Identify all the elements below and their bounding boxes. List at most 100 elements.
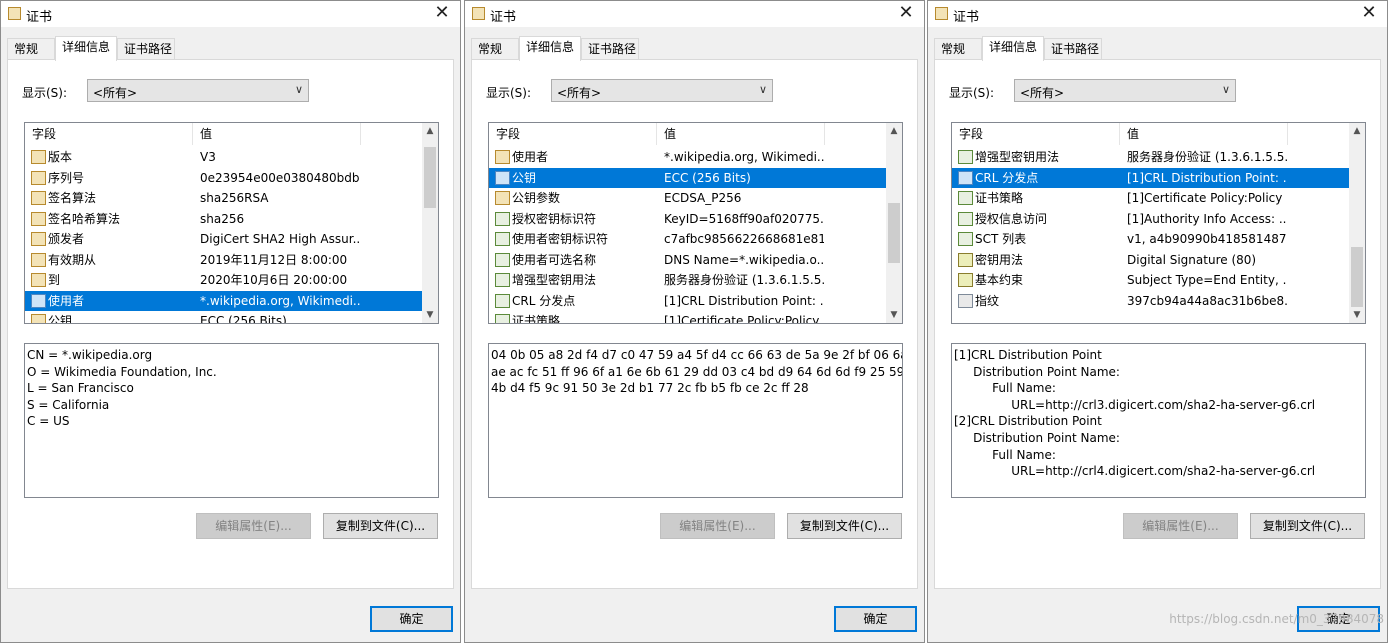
detail-value-box[interactable]: CN = *.wikipedia.org O = Wikimedia Founda… [24,343,439,498]
tab-certification-path[interactable]: 证书路径 [581,38,639,59]
scroll-thumb[interactable] [1351,246,1363,307]
cert-field-icon [31,273,46,287]
field-value: V3 [200,150,216,164]
scroll-down-icon[interactable]: ▼ [1349,307,1365,323]
list-item[interactable]: 证书策略 [1]Certificate Policy:Policy ... [952,188,1350,209]
vertical-scrollbar[interactable]: ▲ ▼ [886,123,902,323]
scroll-down-icon[interactable]: ▼ [886,307,902,323]
list-item[interactable]: 基本约束 Subject Type=End Entity, ... [952,270,1350,291]
column-header-field[interactable]: 字段 [952,123,1120,145]
list-item[interactable]: 公钥 ECC (256 Bits) [25,311,423,324]
scroll-up-icon[interactable]: ▲ [1349,123,1365,139]
column-header-value[interactable]: 值 [1120,123,1288,145]
cert-field-icon [495,191,510,205]
column-header-value[interactable]: 值 [657,123,825,145]
list-item[interactable]: 增强型密钥用法 服务器身份验证 (1.3.6.1.5.5... [952,147,1350,168]
show-label: 显示(S): [22,86,68,100]
field-value: ECC (256 Bits) [200,314,287,324]
tab-details[interactable]: 详细信息 [982,36,1044,61]
extension-icon [495,293,510,308]
show-select[interactable]: <所有> ∨ [551,79,773,102]
close-button[interactable]: ✕ [1357,3,1381,25]
field-value: ECC (256 Bits) [664,170,751,185]
list-item[interactable]: 证书策略 [1]Certificate Policy:Policy ... [489,311,887,324]
field-name: 公钥参数 [512,191,561,205]
list-item[interactable]: 序列号 0e23954e00e0380480bdb... [25,168,423,189]
field-name: 序列号 [48,170,85,185]
list-item[interactable]: 颁发者 DigiCert SHA2 High Assur... [25,229,423,250]
list-item[interactable]: 指纹 397cb94a44a8ac31b6be8... [952,291,1350,312]
list-item[interactable]: CRL 分发点 [1]CRL Distribution Point: ... [952,167,1350,188]
ok-button[interactable]: 确定 [370,606,453,632]
field-list[interactable]: 字段值版本 V3 序列号 0e23954e00e0380480bdb... 签名算法 sh… [24,122,439,324]
list-item[interactable]: 公钥 ECC (256 Bits) [489,167,887,188]
detail-line: L = San Francisco [27,381,134,396]
field-name: 证书策略 [512,314,561,324]
ok-button[interactable]: 确定 [834,606,917,632]
close-button[interactable]: ✕ [894,3,918,25]
list-item[interactable]: SCT 列表 v1, a4b90990b418581487... [952,229,1350,250]
list-item[interactable]: 有效期从 2019年11月12日 8:00:00 [25,250,423,271]
copy-to-file-button[interactable]: 复制到文件(C)... [323,513,438,539]
extension-icon [495,232,510,246]
close-button[interactable]: ✕ [430,3,454,25]
list-item[interactable]: 使用者可选名称 DNS Name=*.wikipedia.o... [489,250,887,271]
list-item[interactable]: 使用者密钥标识符 c7afbc9856622668681e81... [489,229,887,250]
list-item[interactable]: 增强型密钥用法 服务器身份验证 (1.3.6.1.5.5... [489,270,887,291]
tab-certification-path[interactable]: 证书路径 [1044,38,1102,59]
tab-details[interactable]: 详细信息 [55,36,117,61]
show-select-value: <所有> [93,86,138,100]
vertical-scrollbar[interactable]: ▲ ▼ [1349,123,1365,323]
column-header-field[interactable]: 字段 [489,123,657,145]
field-value: 397cb94a44a8ac31b6be8... [1127,293,1287,308]
list-item[interactable]: 密钥用法 Digital Signature (80) [952,250,1350,271]
scroll-up-icon[interactable]: ▲ [422,123,438,139]
column-header-value[interactable]: 值 [193,123,361,145]
list-item[interactable]: 授权密钥标识符 KeyID=5168ff90af020775... [489,209,887,230]
field-name: 签名算法 [48,191,97,205]
list-item[interactable]: 到 2020年10月6日 20:00:00 [25,270,423,291]
detail-value-box[interactable]: [1]CRL Distribution Point Distribution P… [951,343,1366,498]
certificate-dialog: 证书 ✕ 常规 详细信息 证书路径 显示(S): <所有> ∨ 字段值版本 V3 序列号 0e2395… [0,0,461,643]
tab-general[interactable]: 常规 [934,38,982,59]
field-list[interactable]: 字段值使用者 *.wikipedia.org, Wikimedi... 公钥 ECC … [488,122,903,324]
field-value: ECDSA_P256 [664,191,742,205]
extension-icon [958,191,973,205]
field-name: 授权密钥标识符 [512,211,597,226]
field-name: 增强型密钥用法 [975,150,1060,164]
field-name: 公钥 [48,314,73,324]
field-value: *.wikipedia.org, Wikimedi... [664,150,824,164]
list-item[interactable]: 使用者 *.wikipedia.org, Wikimedi... [489,147,887,168]
tab-general[interactable]: 常规 [7,38,55,59]
scroll-down-icon[interactable]: ▼ [422,307,438,323]
list-item[interactable]: 签名哈希算法 sha256 [25,209,423,230]
field-list[interactable]: 字段值增强型密钥用法 服务器身份验证 (1.3.6.1.5.5... CRL 分发点… [951,122,1366,324]
edit-properties-button[interactable]: 编辑属性(E)... [196,513,311,539]
show-select[interactable]: <所有> ∨ [87,79,309,102]
show-select[interactable]: <所有> ∨ [1014,79,1236,102]
list-item[interactable]: 签名算法 sha256RSA [25,188,423,209]
field-name: 使用者密钥标识符 [512,232,609,246]
list-item[interactable]: 版本 V3 [25,147,423,168]
list-item[interactable]: 授权信息访问 [1]Authority Info Access: ... [952,209,1350,230]
tab-certification-path[interactable]: 证书路径 [117,38,175,59]
edit-properties-button[interactable]: 编辑属性(E)... [660,513,775,539]
certificate-dialog: 证书 ✕ 常规 详细信息 证书路径 显示(S): <所有> ∨ 字段值使用者 *.wikipedi… [464,0,925,643]
field-value: Subject Type=End Entity, ... [1127,273,1287,287]
scroll-thumb[interactable] [424,147,436,208]
tab-details[interactable]: 详细信息 [519,36,581,61]
copy-to-file-button[interactable]: 复制到文件(C)... [787,513,902,539]
scroll-up-icon[interactable]: ▲ [886,123,902,139]
tab-general[interactable]: 常规 [471,38,519,59]
detail-line: ae ac fc 51 ff 96 6f a1 6e 6b 61 29 dd 0… [491,364,903,379]
column-header-field[interactable]: 字段 [25,123,193,145]
copy-to-file-button[interactable]: 复制到文件(C)... [1250,513,1365,539]
list-item[interactable]: 公钥参数 ECDSA_P256 [489,188,887,209]
list-item[interactable]: CRL 分发点 [1]CRL Distribution Point: ... [489,291,887,312]
list-item[interactable]: 使用者 *.wikipedia.org, Wikimedi... [25,290,423,311]
edit-properties-button[interactable]: 编辑属性(E)... [1123,513,1238,539]
vertical-scrollbar[interactable]: ▲ ▼ [422,123,438,323]
field-name: 签名哈希算法 [48,211,121,226]
detail-value-box[interactable]: 04 0b 05 a8 2d f4 d7 c0 47 59 a4 5f d4 c… [488,343,903,498]
scroll-thumb[interactable] [888,202,900,264]
